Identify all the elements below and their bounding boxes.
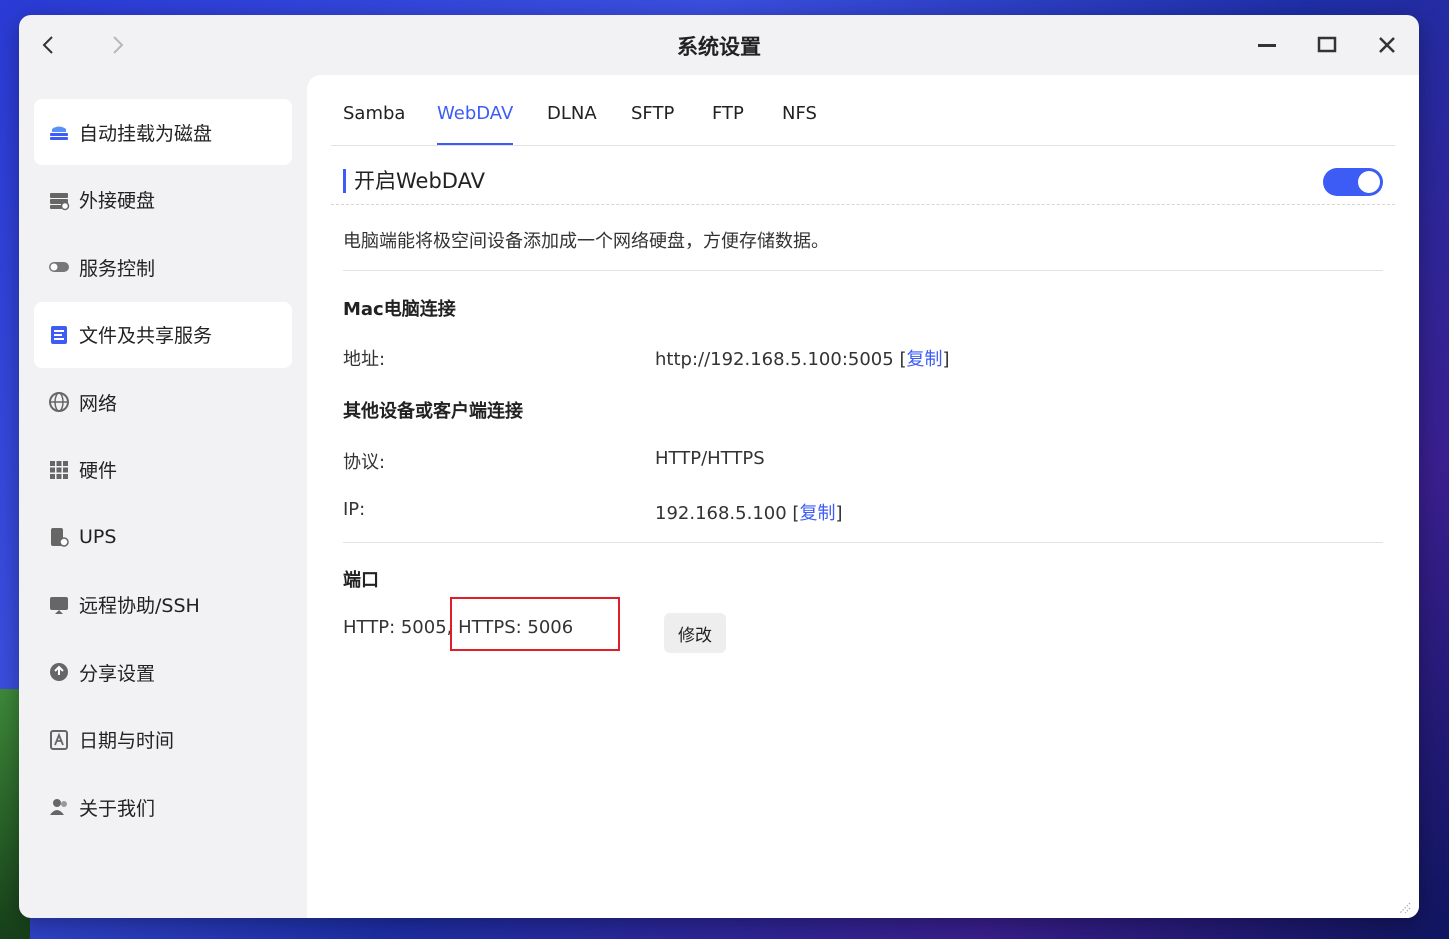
sidebar-item-label: 外接硬盘 [79, 190, 156, 212]
maximize-icon [1317, 36, 1337, 53]
sidebar-item-auto-mount[interactable]: 自动挂载为磁盘 [34, 99, 292, 165]
protocol-value: HTTP/HTTPS [655, 448, 765, 469]
sidebar-item-label: 分享设置 [79, 662, 156, 685]
sidebar-item-label: 文件及共享服务 [79, 325, 213, 347]
globe-icon [48, 391, 70, 413]
sidebar-item-hardware[interactable]: 硬件 [34, 437, 292, 503]
sidebar-item-external-drive[interactable]: 外接硬盘 [34, 167, 292, 233]
close-icon [1379, 37, 1395, 53]
protocol-label: 协议: [343, 452, 386, 473]
tab-webdav[interactable]: WebDAV [437, 103, 514, 145]
address-label: 地址: [343, 349, 386, 370]
sidebar-item-share-settings[interactable]: 分享设置 [34, 639, 292, 705]
minimize-button[interactable] [1253, 31, 1281, 59]
divider [343, 542, 1383, 543]
other-devices-heading: 其他设备或客户端连接 [343, 401, 523, 422]
tab-bar: Samba WebDAV DLNA SFTP FTP NFS [331, 103, 1395, 146]
sidebar-item-label: 服务控制 [79, 257, 156, 280]
sidebar-item-label: 自动挂载为磁盘 [79, 122, 213, 145]
settings-window: 系统设置 自动挂载为磁盘 外接硬盘 服务控制 文件及共享服务 网络 硬件 UPS… [19, 15, 1419, 918]
webdav-toggle[interactable] [1323, 168, 1383, 196]
copy-address-link[interactable]: 复制 [906, 349, 942, 370]
enable-webdav-heading: 开启WebDAV [343, 169, 485, 193]
disk-stack-icon [48, 121, 70, 143]
sidebar-item-label: 网络 [79, 392, 118, 415]
sidebar-item-date-time[interactable]: 日期与时间 [34, 707, 292, 773]
edit-port-button[interactable]: 修改 [664, 613, 726, 653]
sidebar-item-about[interactable]: 关于我们 [34, 774, 292, 840]
sidebar-item-ups[interactable]: UPS [34, 504, 292, 570]
tab-dlna[interactable]: DLNA [547, 103, 597, 145]
ip-value: 192.168.5.100 [655, 503, 787, 524]
tab-sftp[interactable]: SFTP [631, 103, 674, 145]
monitor-icon [48, 594, 70, 616]
https-highlight-box [450, 597, 620, 651]
dashed-divider [331, 204, 1395, 205]
sidebar-item-label: UPS [79, 526, 117, 548]
calendar-icon [48, 729, 70, 751]
tab-ftp[interactable]: FTP [712, 103, 744, 145]
external-drive-icon [48, 189, 70, 211]
share-icon [48, 661, 70, 683]
maximize-button[interactable] [1313, 31, 1341, 59]
sidebar-item-remote-ssh[interactable]: 远程协助/SSH [34, 572, 292, 638]
users-icon [48, 796, 70, 818]
title-bar: 系统设置 [19, 15, 1419, 75]
ip-row: 192.168.5.100 [复制] [655, 499, 842, 525]
grid-icon [48, 459, 70, 481]
port-heading: 端口 [343, 570, 379, 591]
tab-samba[interactable]: Samba [343, 103, 405, 145]
sidebar-item-label: 远程协助/SSH [79, 595, 200, 617]
sidebar-item-label: 硬件 [79, 460, 118, 482]
window-title: 系统设置 [677, 35, 761, 59]
sidebar-item-label: 日期与时间 [79, 730, 175, 752]
toggle-icon [48, 256, 70, 278]
content-panel: Samba WebDAV DLNA SFTP FTP NFS 开启WebDAV … [307, 75, 1419, 918]
tab-nfs[interactable]: NFS [782, 103, 817, 145]
mac-connection-heading: Mac电脑连接 [343, 299, 456, 320]
divider [343, 270, 1383, 271]
address-row: http://192.168.5.100:5005 [复制] [655, 345, 950, 371]
sidebar-item-network[interactable]: 网络 [34, 369, 292, 435]
ups-icon [48, 526, 70, 548]
bracket: ] [942, 349, 950, 370]
sidebar-item-service-control[interactable]: 服务控制 [34, 234, 292, 300]
sidebar-item-file-share[interactable]: 文件及共享服务 [34, 301, 292, 368]
address-value: http://192.168.5.100:5005 [655, 349, 894, 370]
resize-grip-icon[interactable] [1397, 900, 1411, 914]
http-port: HTTP: 5005 [343, 617, 447, 638]
webdav-description: 电脑端能将极空间设备添加成一个网络硬盘，方便存储数据。 [343, 231, 829, 252]
toggle-knob [1358, 171, 1380, 193]
copy-ip-link[interactable]: 复制 [799, 503, 835, 524]
close-button[interactable] [1373, 31, 1401, 59]
sidebar-item-label: 关于我们 [79, 797, 156, 820]
ip-label: IP: [343, 499, 366, 520]
file-share-icon [48, 324, 70, 346]
bracket: ] [835, 503, 843, 524]
minimize-icon [1258, 44, 1276, 47]
sidebar: 自动挂载为磁盘 外接硬盘 服务控制 文件及共享服务 网络 硬件 UPS 远程协助… [34, 99, 292, 842]
